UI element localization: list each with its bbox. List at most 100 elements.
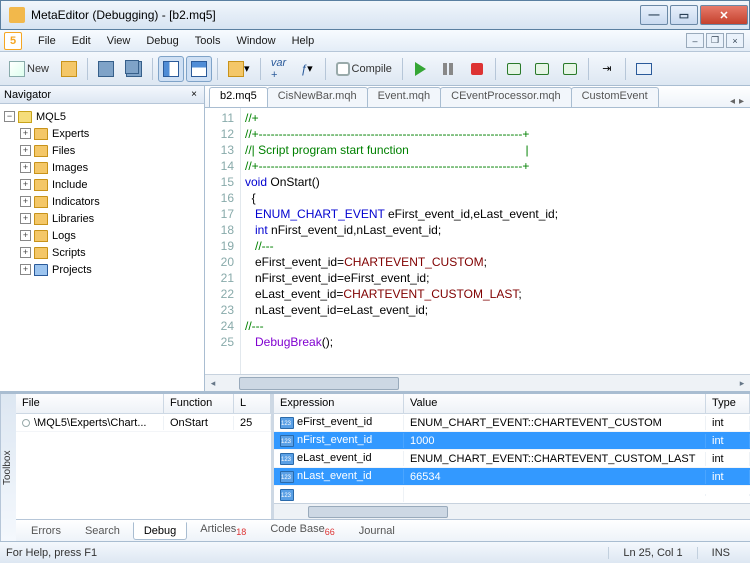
- variable-icon: [280, 417, 294, 429]
- tree-item-indicators[interactable]: +Indicators: [2, 193, 202, 210]
- tree-item-scripts[interactable]: +Scripts: [2, 244, 202, 261]
- mdi-close-button[interactable]: ×: [726, 33, 744, 48]
- mdi-minimize-button[interactable]: –: [686, 33, 704, 48]
- toggle-navigator-button[interactable]: [158, 56, 184, 82]
- code-editor[interactable]: 111213141516171819202122232425 //+//+---…: [205, 108, 750, 374]
- watch-hscroll[interactable]: [274, 503, 750, 519]
- variable-icon: [280, 471, 294, 483]
- folder-icon: [18, 111, 32, 123]
- menu-debug[interactable]: Debug: [138, 32, 186, 50]
- menu-tools[interactable]: Tools: [187, 32, 229, 50]
- menu-window[interactable]: Window: [228, 32, 283, 50]
- step-into-button[interactable]: [501, 56, 527, 82]
- tab-customevent[interactable]: CustomEvent: [571, 87, 659, 107]
- stack-col-file[interactable]: File: [16, 394, 164, 413]
- watch-row[interactable]: eLast_event_idENUM_CHART_EVENT::CHARTEVE…: [274, 450, 750, 468]
- tree-item-include[interactable]: +Include: [2, 176, 202, 193]
- status-help: For Help, press F1: [6, 547, 97, 559]
- start-debug-button[interactable]: [408, 56, 434, 82]
- editor-hscroll[interactable]: ◂▸: [205, 374, 750, 391]
- navigator-close-button[interactable]: ×: [188, 89, 200, 100]
- editor-area: b2.mq5CisNewBar.mqhEvent.mqhCEventProces…: [205, 86, 750, 391]
- tab-ceventprocessor-mqh[interactable]: CEventProcessor.mqh: [440, 87, 571, 107]
- navigator-header: Navigator ×: [0, 86, 204, 104]
- folder-icon: [34, 213, 48, 225]
- tree-root[interactable]: − MQL5: [2, 108, 202, 125]
- new-button[interactable]: New: [4, 56, 54, 82]
- watch-col-value[interactable]: Value: [404, 394, 706, 413]
- tab-scroll-right[interactable]: ▸: [739, 96, 744, 107]
- tree-item-projects[interactable]: +Projects: [2, 261, 202, 278]
- toolbox-tab-errors[interactable]: Errors: [20, 522, 72, 540]
- status-mode: INS: [697, 547, 744, 559]
- toolbox-tab-code-base[interactable]: Code Base66: [259, 520, 345, 540]
- folder-icon: [34, 179, 48, 191]
- open-button[interactable]: [56, 56, 82, 82]
- step-over-button[interactable]: [529, 56, 555, 82]
- watch-row-empty[interactable]: [274, 486, 750, 503]
- step-out-button[interactable]: [557, 56, 583, 82]
- watch-row[interactable]: eFirst_event_idENUM_CHART_EVENT::CHARTEV…: [274, 414, 750, 432]
- watch-pane: Expression Value Type eFirst_event_idENU…: [274, 394, 750, 519]
- status-position: Ln 25, Col 1: [608, 547, 696, 559]
- toolbox-label: Toolbox: [0, 394, 16, 541]
- folder-icon: [34, 230, 48, 242]
- titlebar: MetaEditor (Debugging) - [b2.mq5] — ▭ ✕: [0, 0, 750, 30]
- tab-b2-mq5[interactable]: b2.mq5: [209, 87, 268, 107]
- window-title: MetaEditor (Debugging) - [b2.mq5]: [31, 8, 639, 22]
- menu-view[interactable]: View: [99, 32, 139, 50]
- folder-icon: [34, 196, 48, 208]
- terminal-button[interactable]: [631, 56, 657, 82]
- watch-col-expression[interactable]: Expression: [274, 394, 404, 413]
- toolbar: New ▾ var+ ƒ▾ Compile ⇥: [0, 52, 750, 86]
- stop-debug-button[interactable]: [464, 56, 490, 82]
- tree-item-logs[interactable]: +Logs: [2, 227, 202, 244]
- add-watch-button[interactable]: var+: [266, 56, 292, 82]
- tab-scroll-left[interactable]: ◂: [730, 96, 735, 107]
- save-button[interactable]: [93, 56, 119, 82]
- navigator-panel: Navigator × − MQL5 +Experts+Files+Images…: [0, 86, 205, 391]
- statusbar: For Help, press F1 Ln 25, Col 1 INS: [0, 541, 750, 563]
- toggle-toolbox-button[interactable]: [186, 56, 212, 82]
- tree-item-images[interactable]: +Images: [2, 159, 202, 176]
- tree-item-libraries[interactable]: +Libraries: [2, 210, 202, 227]
- tab-event-mqh[interactable]: Event.mqh: [367, 87, 442, 107]
- navigator-tree[interactable]: − MQL5 +Experts+Files+Images+Include+Ind…: [0, 104, 204, 391]
- minimize-button[interactable]: —: [640, 5, 668, 25]
- folder-icon: [34, 264, 48, 276]
- menu-edit[interactable]: Edit: [64, 32, 99, 50]
- save-all-button[interactable]: [121, 56, 147, 82]
- run-to-cursor-button[interactable]: ⇥: [594, 56, 620, 82]
- app-icon: [9, 7, 25, 23]
- watch-row[interactable]: nFirst_event_id1000int: [274, 432, 750, 450]
- toolbox-panel: Toolbox File Function L \MQL5\Experts\Ch…: [0, 391, 750, 541]
- tab-cisnewbar-mqh[interactable]: CisNewBar.mqh: [267, 87, 368, 107]
- menu-file[interactable]: File: [30, 32, 64, 50]
- mdi-restore-button[interactable]: ❐: [706, 33, 724, 48]
- snippets-button[interactable]: ▾: [223, 56, 255, 82]
- toolbox-tab-journal[interactable]: Journal: [348, 522, 406, 540]
- menubar: 5 FileEditViewDebugToolsWindowHelp – ❐ ×: [0, 30, 750, 52]
- stack-row[interactable]: \MQL5\Experts\Chart...OnStart25: [16, 414, 271, 432]
- close-button[interactable]: ✕: [700, 5, 748, 25]
- watch-col-type[interactable]: Type: [706, 394, 750, 413]
- toolbox-tab-articles[interactable]: Articles18: [189, 520, 257, 540]
- variable-icon: [280, 489, 294, 501]
- toolbox-tab-search[interactable]: Search: [74, 522, 131, 540]
- folder-icon: [34, 162, 48, 174]
- compile-button[interactable]: Compile: [331, 56, 397, 82]
- folder-icon: [34, 128, 48, 140]
- pause-debug-button[interactable]: [436, 56, 462, 82]
- function-list-button[interactable]: ƒ▾: [294, 56, 320, 82]
- tree-item-files[interactable]: +Files: [2, 142, 202, 159]
- maximize-button[interactable]: ▭: [670, 5, 698, 25]
- watch-row[interactable]: nLast_event_id66534int: [274, 468, 750, 486]
- stack-col-function[interactable]: Function: [164, 394, 234, 413]
- toolbox-tab-debug[interactable]: Debug: [133, 522, 187, 540]
- toolbox-tabs: ErrorsSearchDebugArticles18Code Base66Jo…: [16, 519, 750, 541]
- app-logo-icon: 5: [4, 32, 22, 50]
- folder-icon: [34, 145, 48, 157]
- stack-col-line[interactable]: L: [234, 394, 271, 413]
- tree-item-experts[interactable]: +Experts: [2, 125, 202, 142]
- menu-help[interactable]: Help: [284, 32, 323, 50]
